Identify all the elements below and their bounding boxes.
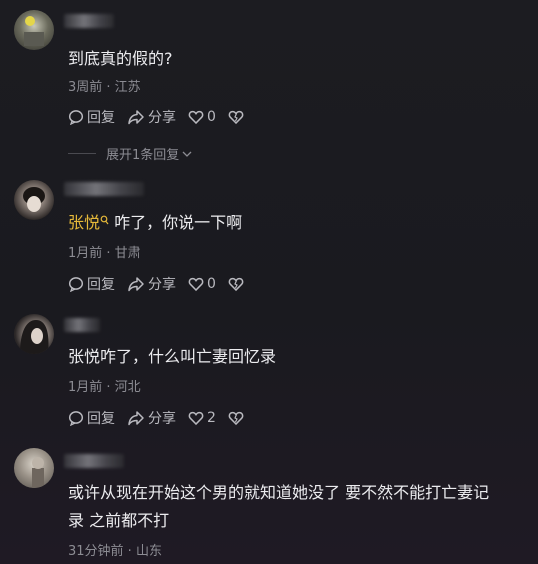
share-button[interactable]: 分享 bbox=[127, 408, 176, 428]
dislike-button[interactable] bbox=[228, 276, 244, 292]
heart-icon bbox=[188, 411, 204, 426]
like-count: 2 bbox=[207, 410, 216, 426]
comment-text-line: 或许从现在开始这个男的就知道她没了 要不然不能打亡妻记 bbox=[68, 483, 490, 502]
reply-button[interactable]: 回复 bbox=[68, 107, 115, 127]
reply-label: 回复 bbox=[87, 411, 115, 427]
comment-actions: 回复 分享 2 bbox=[68, 408, 256, 428]
share-label: 分享 bbox=[148, 110, 176, 126]
avatar-image bbox=[23, 187, 45, 212]
like-count: 0 bbox=[207, 276, 216, 292]
avatar-image bbox=[20, 320, 49, 354]
comment-text-line: 录 之前都不打 bbox=[68, 511, 170, 530]
share-icon bbox=[128, 411, 144, 426]
username-blurred[interactable] bbox=[64, 454, 124, 468]
comment-meta: 1月前 · 河北 bbox=[68, 380, 141, 395]
reply-label: 回复 bbox=[87, 110, 115, 126]
broken-heart-icon bbox=[228, 110, 244, 125]
username-blurred[interactable] bbox=[64, 182, 144, 196]
share-icon bbox=[128, 277, 144, 292]
avatar[interactable] bbox=[14, 10, 54, 50]
share-icon bbox=[128, 110, 144, 125]
mention-link[interactable]: 张悦 bbox=[68, 213, 100, 232]
like-button[interactable]: 0 bbox=[188, 109, 216, 125]
comment-text: 张悦咋了，什么叫亡妻回忆录 bbox=[68, 347, 277, 366]
expand-replies-label: 展开1条回复 bbox=[106, 148, 180, 163]
share-button[interactable]: 分享 bbox=[127, 107, 176, 127]
chevron-down-icon bbox=[182, 151, 192, 157]
reply-icon bbox=[68, 110, 84, 125]
comment-actions: 回复 分享 0 bbox=[68, 274, 256, 294]
heart-icon bbox=[188, 110, 204, 125]
comment-body: 咋了，你说一下啊 bbox=[114, 213, 243, 232]
dislike-button[interactable] bbox=[228, 109, 244, 125]
expand-replies-button[interactable]: 展开1条回复 bbox=[68, 144, 193, 163]
avatar[interactable] bbox=[14, 180, 54, 220]
comment-meta: 1月前 · 甘肃 bbox=[68, 246, 141, 261]
broken-heart-icon bbox=[228, 277, 244, 292]
divider-line bbox=[68, 153, 96, 154]
like-button[interactable]: 2 bbox=[188, 410, 216, 426]
comment-meta: 3周前 · 江苏 bbox=[68, 80, 141, 95]
username-blurred[interactable] bbox=[64, 14, 114, 28]
username-blurred[interactable] bbox=[64, 318, 100, 332]
broken-heart-icon bbox=[228, 411, 244, 426]
comment-text: 到底真的假的? bbox=[68, 49, 173, 68]
search-icon bbox=[100, 215, 109, 225]
comment-list: 到底真的假的? 3周前 · 江苏 回复 分享 0 展开1条回复 张悦 咋了，你说… bbox=[0, 0, 538, 564]
comment-actions: 回复 分享 0 bbox=[68, 107, 256, 127]
avatar-image bbox=[24, 16, 44, 46]
share-button[interactable]: 分享 bbox=[127, 274, 176, 294]
share-label: 分享 bbox=[148, 277, 176, 293]
heart-icon bbox=[188, 277, 204, 292]
reply-button[interactable]: 回复 bbox=[68, 274, 115, 294]
avatar-image bbox=[32, 457, 44, 488]
comment-text: 或许从现在开始这个男的就知道她没了 要不然不能打亡妻记 录 之前都不打 bbox=[68, 479, 528, 535]
reply-icon bbox=[68, 411, 84, 426]
reply-icon bbox=[68, 277, 84, 292]
avatar[interactable] bbox=[14, 314, 54, 354]
reply-button[interactable]: 回复 bbox=[68, 408, 115, 428]
share-label: 分享 bbox=[148, 411, 176, 427]
reply-label: 回复 bbox=[87, 277, 115, 293]
like-button[interactable]: 0 bbox=[188, 276, 216, 292]
avatar[interactable] bbox=[14, 448, 54, 488]
comment-text: 张悦 咋了，你说一下啊 bbox=[68, 209, 528, 237]
comment-meta: 31分钟前 · 山东 bbox=[68, 544, 162, 559]
like-count: 0 bbox=[207, 109, 216, 125]
dislike-button[interactable] bbox=[228, 410, 244, 426]
